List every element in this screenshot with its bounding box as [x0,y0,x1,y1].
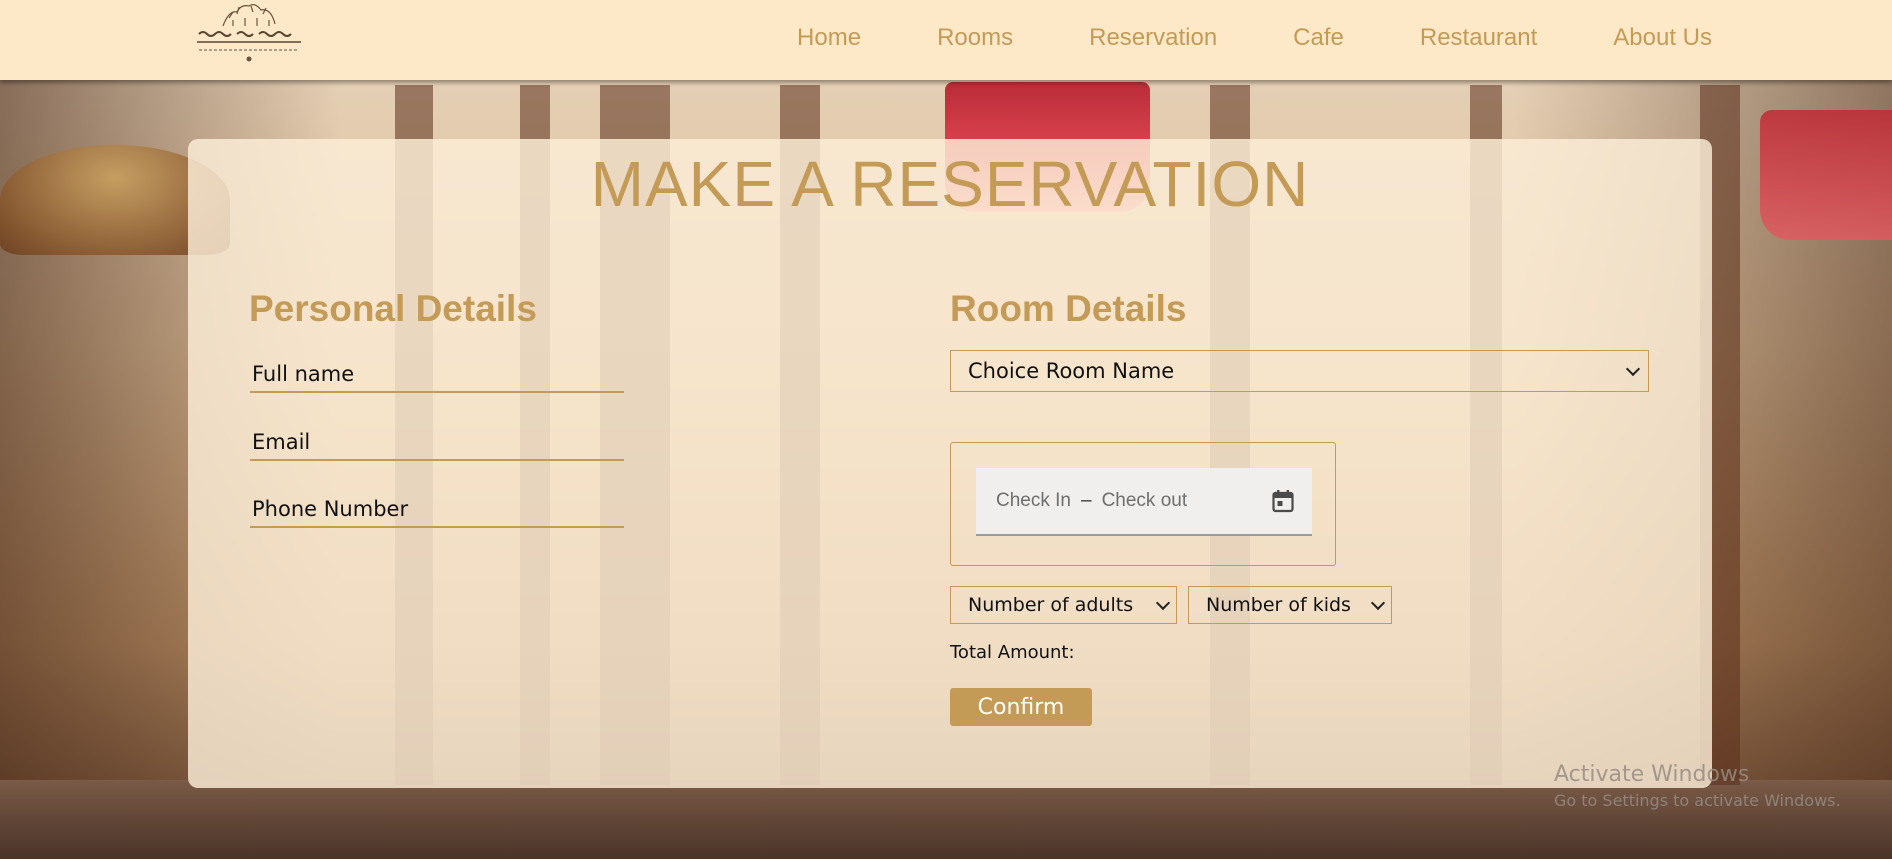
check-in-field[interactable]: Check In [996,490,1071,512]
phone-number-input[interactable] [250,492,624,528]
activate-windows-title: Activate Windows [1554,762,1750,787]
calendar-icon[interactable] [1272,489,1294,513]
confirm-button[interactable]: Confirm [950,688,1092,726]
kids-select-value: Number of kids [1206,594,1351,616]
full-name-input[interactable] [250,357,624,393]
date-range-frame: Check In – Check out [950,442,1336,566]
nav-cafe[interactable]: Cafe [1293,24,1344,52]
date-range-picker[interactable]: Check In – Check out [976,468,1312,536]
adults-select-value: Number of adults [968,594,1134,616]
email-input[interactable] [250,425,624,461]
page-title: MAKE A RESERVATION [590,148,1310,220]
activate-windows-watermark: Activate Windows Go to Settings to activ… [1554,762,1841,810]
total-amount-label: Total Amount: [950,642,1075,663]
date-separator: – [1080,490,1092,511]
nav-home[interactable]: Home [797,24,861,52]
check-out-field[interactable]: Check out [1102,490,1188,512]
nav-reservation[interactable]: Reservation [1089,24,1217,52]
room-details-heading: Room Details [950,288,1187,329]
nav-about-us[interactable]: About Us [1613,24,1712,52]
chevron-down-icon [1370,595,1386,610]
chevron-down-icon [1155,595,1171,610]
personal-details-heading: Personal Details [249,288,537,329]
nav-restaurant[interactable]: Restaurant [1420,24,1537,52]
kids-select[interactable]: Number of kids [1188,586,1392,624]
background-red-lamp [1760,110,1892,240]
hotel-logo[interactable] [193,4,305,66]
chevron-down-icon [1625,361,1641,376]
top-navbar: Home Rooms Reservation Cafe Restaurant A… [0,0,1892,80]
main-nav: Home Rooms Reservation Cafe Restaurant A… [721,0,1712,76]
room-name-select[interactable]: Choice Room Name [950,350,1649,392]
hotel-crest-logo-icon [197,4,301,62]
activate-windows-subtitle: Go to Settings to activate Windows. [1554,791,1841,810]
adults-select[interactable]: Number of adults [950,586,1177,624]
nav-rooms[interactable]: Rooms [937,24,1013,52]
room-name-select-value: Choice Room Name [968,359,1175,383]
reservation-panel: MAKE A RESERVATION Personal Details Room… [188,139,1712,788]
